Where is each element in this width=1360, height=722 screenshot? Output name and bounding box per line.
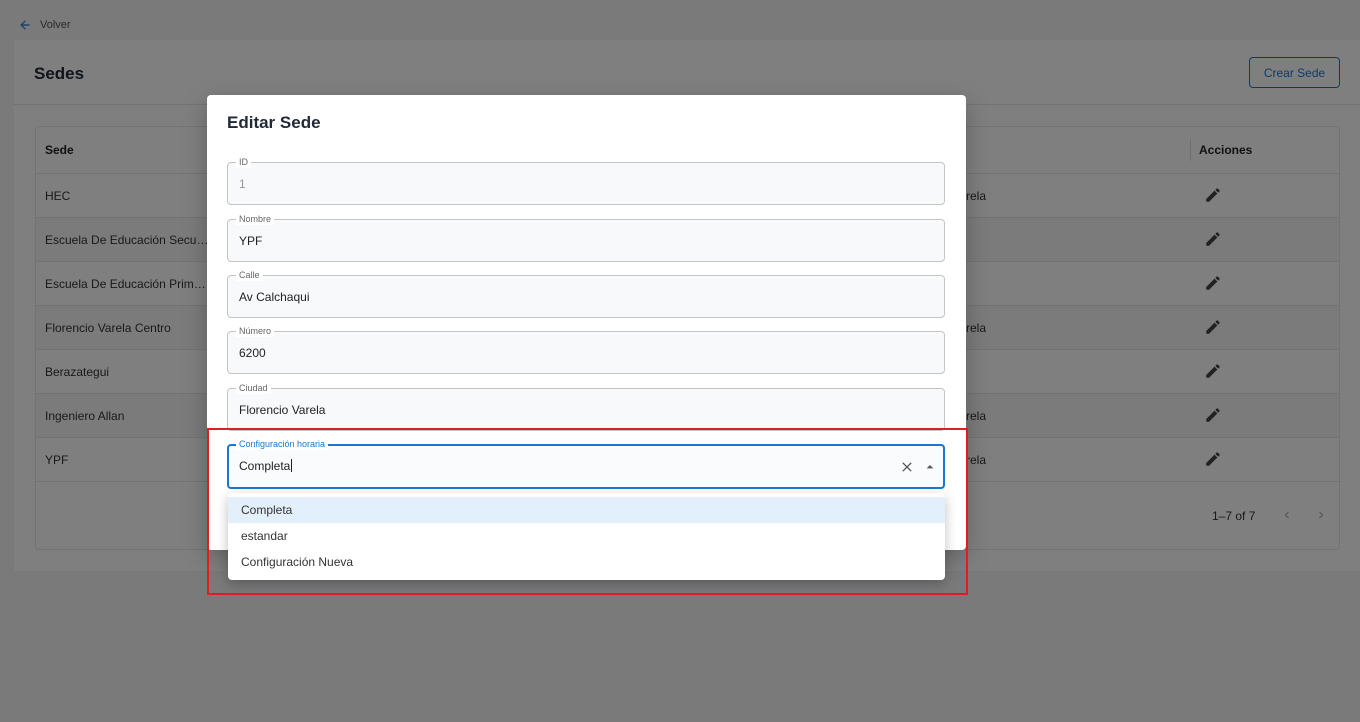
calle-field-value: Av Calchaqui (239, 290, 310, 304)
calle-field-label: Calle (236, 269, 263, 281)
ciudad-field[interactable]: Ciudad Florencio Varela (227, 382, 945, 431)
nombre-field[interactable]: Nombre YPF (227, 213, 945, 262)
dialog-title: Editar Sede (227, 113, 321, 132)
numero-field-label: Número (236, 325, 275, 337)
numero-field[interactable]: Número 6200 (227, 325, 945, 374)
id-field: ID 1 (227, 156, 945, 205)
id-field-label: ID (236, 156, 251, 168)
id-field-value: 1 (239, 177, 246, 191)
ciudad-field-value: Florencio Varela (239, 403, 326, 417)
ciudad-field-label: Ciudad (236, 382, 271, 394)
highlight-box (207, 428, 968, 595)
nombre-field-label: Nombre (236, 213, 275, 225)
numero-field-value: 6200 (239, 346, 266, 360)
calle-field[interactable]: Calle Av Calchaqui (227, 269, 945, 318)
nombre-field-value: YPF (239, 234, 263, 248)
